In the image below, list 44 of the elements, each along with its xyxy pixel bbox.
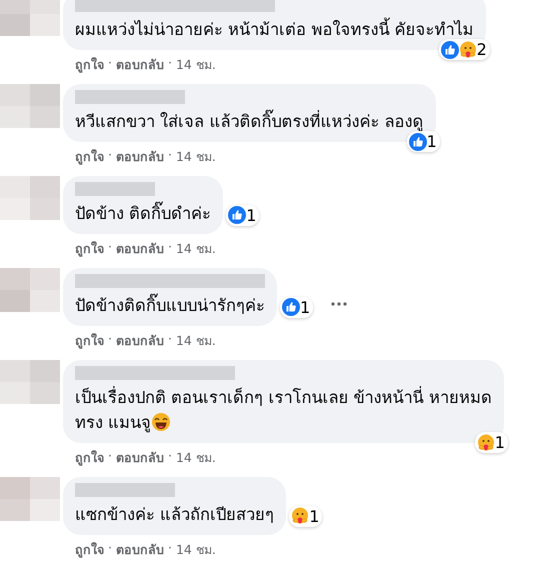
reaction-badge[interactable]: 1 xyxy=(289,506,322,526)
reaction-badge[interactable]: 1 xyxy=(406,131,440,152)
separator-dot: · xyxy=(168,448,172,465)
comment-text: เป็นเรื่องปกติ ตอนเราเด็กๆ เราโกนเลย ข้างหน้านี่ หายหมด xyxy=(75,388,492,407)
timestamp: 14 ชม. xyxy=(176,148,216,166)
action-link[interactable]: ตอบกลับ xyxy=(116,331,164,351)
comment-text: ผมแหว่งไม่น่าอายค่ะ หน้าม้าเต่อ พอใจทรงนี้ คัยจะทำไม xyxy=(75,20,474,39)
comment-text: หวีแสกขวา ใส่เจล แล้วติดกิ๊บตรงที่แหว่งค่ะ ลองดู xyxy=(75,112,424,131)
action-link[interactable]: ถูกใจ xyxy=(75,239,104,259)
action-link[interactable]: ตอบกลับ xyxy=(116,448,164,468)
timestamp: 14 ชม. xyxy=(176,449,216,467)
comment-text: ปัดข้างติดกิ๊บแบบน่ารักๆค่ะ xyxy=(75,296,265,315)
reaction-badge[interactable]: 1 xyxy=(474,432,508,453)
separator-dot: · xyxy=(108,147,112,164)
action-link[interactable]: ตอบกลับ xyxy=(116,239,164,259)
reaction-badge[interactable]: 2 xyxy=(438,39,490,60)
separator-dot: · xyxy=(168,147,172,164)
separator-dot: · xyxy=(108,239,112,256)
timestamp: 14 ชม. xyxy=(176,240,216,258)
action-link[interactable]: ตอบกลับ xyxy=(116,55,164,75)
separator-dot: · xyxy=(108,540,112,557)
separator-dot: · xyxy=(168,540,172,557)
timestamp: 14 ชม. xyxy=(176,541,216,559)
more-options-icon[interactable] xyxy=(331,302,348,306)
action-link[interactable]: ถูกใจ xyxy=(75,147,104,167)
comment-text: ปัดข้าง ติดกิ๊บดำค่ะ xyxy=(75,204,212,223)
reaction-badge[interactable]: 1 xyxy=(280,296,314,318)
timestamp: 14 ชม. xyxy=(176,332,216,350)
separator-dot: · xyxy=(168,55,172,72)
timestamp: 14 ชม. xyxy=(176,56,216,74)
separator-dot: · xyxy=(108,448,112,465)
separator-dot: · xyxy=(168,239,172,256)
separator-dot: · xyxy=(168,331,172,348)
separator-dot: · xyxy=(108,55,112,72)
comment-text: แซกข้างค่ะ แล้วถักเปียสวยๆ xyxy=(75,505,274,524)
comment-text: ทรง แมนจู xyxy=(75,413,152,432)
action-link[interactable]: ถูกใจ xyxy=(75,540,104,560)
reaction-badge[interactable]: 1 xyxy=(226,204,260,226)
action-link[interactable]: ถูกใจ xyxy=(75,448,104,468)
separator-dot: · xyxy=(108,331,112,348)
action-link[interactable]: ถูกใจ xyxy=(75,55,104,75)
action-link[interactable]: ตอบกลับ xyxy=(116,540,164,560)
action-link[interactable]: ตอบกลับ xyxy=(116,147,164,167)
action-link[interactable]: ถูกใจ xyxy=(75,331,104,351)
